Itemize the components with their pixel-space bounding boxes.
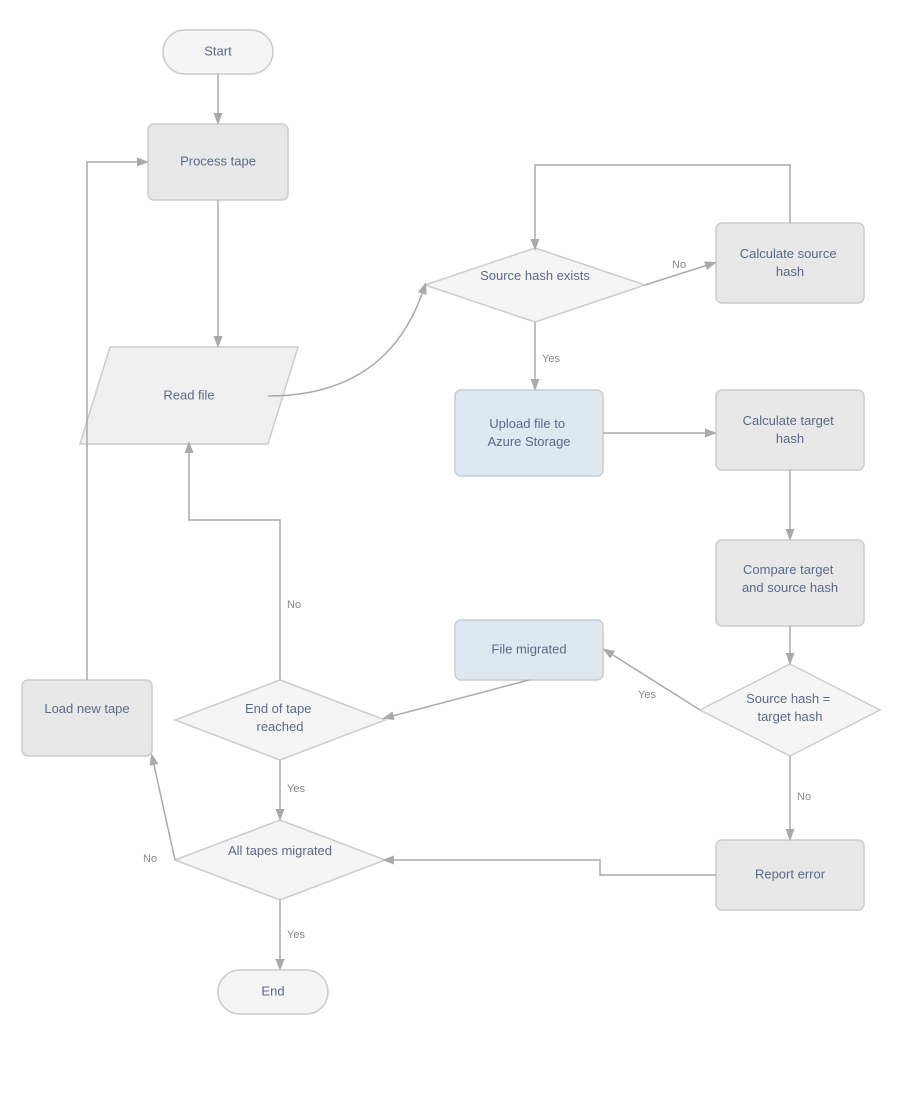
arrow-reporterror-endoftape [385,860,716,875]
calc-source-hash-node [716,223,864,303]
process-tape-label: Process tape [180,153,256,168]
calc-target-hash-node [716,390,864,470]
no-label-3: No [287,599,301,611]
all-tapes-migrated-node [175,820,385,900]
file-migrated-label: File migrated [491,641,566,656]
end-label: End [261,983,284,998]
arrow-eqcheck-migrated [605,650,700,710]
arrow-read-sourcehash [268,285,425,396]
yes-label-2: Yes [638,689,656,701]
upload-file-node [455,390,603,476]
no-label-1: No [672,259,686,271]
load-new-tape-label: Load new tape [44,701,129,716]
arrow-migrated-endtape [385,680,529,718]
all-tapes-migrated-label: All tapes migrated [228,843,332,858]
read-file-label: Read file [163,387,214,402]
source-hash-exists-label: Source hash exists [480,268,590,283]
arrow-alltapes-loadtape [152,756,175,860]
flowchart-diagram: Start Process tape Read file Source hash… [0,0,913,1094]
yes-label-3: Yes [287,783,305,795]
source-hash-exists-node [425,248,645,322]
yes-label-4: Yes [287,929,305,941]
yes-label-1: Yes [542,353,560,365]
no-label-4: No [143,853,157,865]
report-error-label: Report error [755,866,826,881]
arrow-endtape-read [189,444,280,680]
no-label-2: No [797,791,811,803]
start-label: Start [204,43,232,58]
load-new-tape-node [22,680,152,756]
